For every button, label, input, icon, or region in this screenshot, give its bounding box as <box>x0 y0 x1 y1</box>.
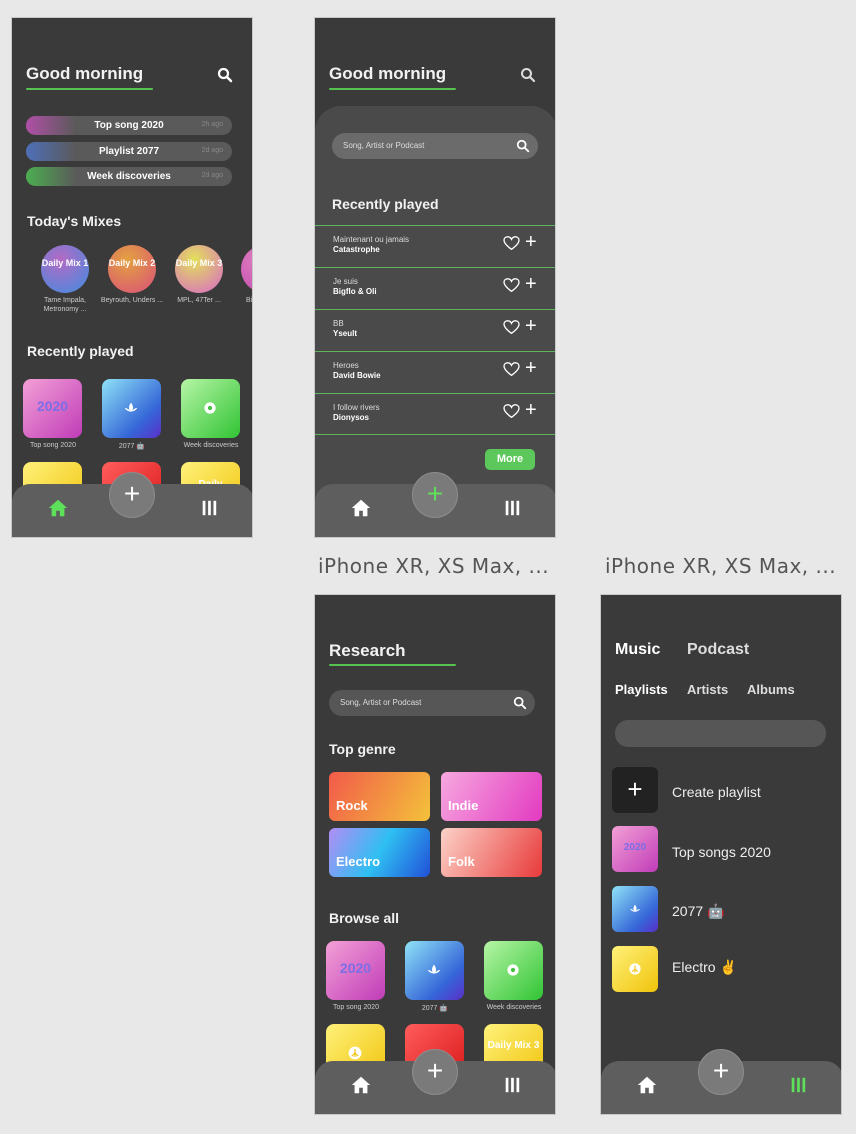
add-track-icon[interactable]: + <box>525 400 537 420</box>
library-icon[interactable] <box>788 1076 808 1094</box>
tab-music[interactable]: Music <box>615 641 660 659</box>
playlist-cover[interactable]: 2020 <box>612 826 658 872</box>
section-title: Top genre <box>329 741 396 757</box>
add-button[interactable]: + <box>412 1049 458 1095</box>
daily-mix-circle[interactable]: Daily Mix 3 <box>175 245 223 293</box>
lotus-icon <box>124 402 138 412</box>
heart-icon[interactable] <box>503 362 520 377</box>
playlist-cover[interactable] <box>405 941 464 1000</box>
frame-label: iPhone XR, XS Max, ... <box>318 554 550 578</box>
playlist-cover[interactable]: 2020 <box>326 941 385 1000</box>
home-icon[interactable] <box>46 497 70 519</box>
library-screen: Music Podcast Playlists Artists Albums +… <box>600 594 842 1115</box>
heart-icon[interactable] <box>503 404 520 419</box>
playlist-cover[interactable]: 2020 <box>23 379 82 438</box>
daily-mix-circle[interactable]: Daily Mix 2 <box>108 245 156 293</box>
lotus-icon <box>427 964 441 974</box>
heart-icon[interactable] <box>503 278 520 293</box>
add-track-icon[interactable]: + <box>525 316 537 336</box>
section-title: Recently played <box>27 343 134 359</box>
research-screen: Research Song, Artist or Podcast Top gen… <box>314 594 556 1115</box>
mix-caption: Beyrouth, Unders ... <box>100 297 164 304</box>
section-title: Recently played <box>332 196 439 212</box>
search-input[interactable]: Song, Artist or Podcast <box>332 133 538 159</box>
tab-artists[interactable]: Artists <box>687 682 728 697</box>
search-icon[interactable] <box>217 67 233 83</box>
heart-icon[interactable] <box>503 236 520 251</box>
recent-pill[interactable]: Top song 2020 2h ago <box>26 116 232 135</box>
page-title: Good morning <box>329 64 447 83</box>
add-track-icon[interactable]: + <box>525 274 537 294</box>
search-input[interactable]: Song, Artist or Podcast <box>329 690 535 716</box>
recent-pill[interactable]: Week discoveries 2d ago <box>26 167 232 186</box>
section-title: Browse all <box>329 910 400 926</box>
tab-podcast[interactable]: Podcast <box>687 641 749 659</box>
track-row[interactable]: Heroes David Bowie + <box>315 351 555 393</box>
genre-card[interactable]: Indie <box>441 772 542 821</box>
playlist-cover[interactable] <box>102 379 161 438</box>
search-icon <box>516 139 530 153</box>
playlist-cover[interactable] <box>612 886 658 932</box>
daily-mix-circle[interactable]: Daily Mix 1 <box>41 245 89 293</box>
playlist-cover[interactable] <box>484 941 543 1000</box>
track-row[interactable]: Maintenant ou jamais Catastrophe + <box>315 225 555 267</box>
add-track-icon[interactable]: + <box>525 358 537 378</box>
filter-input[interactable] <box>615 720 826 747</box>
track-row[interactable]: I follow rivers Dionysos + <box>315 393 555 435</box>
search-icon <box>513 696 527 710</box>
track-row[interactable]: BB Yseult + <box>315 309 555 351</box>
search-icon[interactable] <box>520 67 536 83</box>
title-underline <box>329 664 456 666</box>
add-track-icon[interactable]: + <box>525 232 537 252</box>
daily-mix-circle[interactable] <box>241 245 252 293</box>
home-icon[interactable] <box>349 1074 373 1096</box>
library-icon[interactable] <box>502 1076 522 1094</box>
search-screen: Good morning Song, Artist or Podcast Rec… <box>314 17 556 538</box>
library-icon[interactable] <box>199 499 219 517</box>
add-button[interactable]: + <box>109 472 155 518</box>
title-underline <box>26 88 153 90</box>
genre-card[interactable]: Rock <box>329 772 430 821</box>
home-icon[interactable] <box>635 1074 659 1096</box>
playlist-cover[interactable] <box>612 946 658 992</box>
track-row[interactable]: Je suis Bigflo & Oli + <box>315 267 555 309</box>
frame-label: iPhone XR, XS Max, ... <box>605 554 837 578</box>
genre-card[interactable]: Folk <box>441 828 542 877</box>
page-title: Research <box>329 641 406 660</box>
peace-icon <box>348 1046 362 1060</box>
vinyl-icon <box>507 964 519 976</box>
library-icon[interactable] <box>502 499 522 517</box>
add-button[interactable]: + <box>412 472 458 518</box>
tab-playlists[interactable]: Playlists <box>615 682 668 697</box>
page-title: Good morning <box>26 64 144 83</box>
section-title: Today's Mixes <box>27 213 122 229</box>
lotus-icon <box>630 904 640 912</box>
create-playlist-button[interactable]: + <box>612 767 658 813</box>
heart-icon[interactable] <box>503 320 520 335</box>
recent-pill[interactable]: Playlist 2077 2d ago <box>26 142 232 161</box>
playlist-cover[interactable] <box>181 379 240 438</box>
peace-icon <box>629 963 641 975</box>
title-underline <box>329 88 456 90</box>
more-button[interactable]: More <box>485 449 535 470</box>
vinyl-icon <box>204 402 216 414</box>
tab-albums[interactable]: Albums <box>747 682 795 697</box>
add-button[interactable]: + <box>698 1049 744 1095</box>
home-icon[interactable] <box>349 497 373 519</box>
mix-caption: Big <box>245 297 253 304</box>
mix-caption: Tame Impala, Metronomy ... <box>43 297 87 313</box>
genre-card[interactable]: Electro <box>329 828 430 877</box>
home-screen: Good morning Top song 2020 2h ago Playli… <box>11 17 253 538</box>
